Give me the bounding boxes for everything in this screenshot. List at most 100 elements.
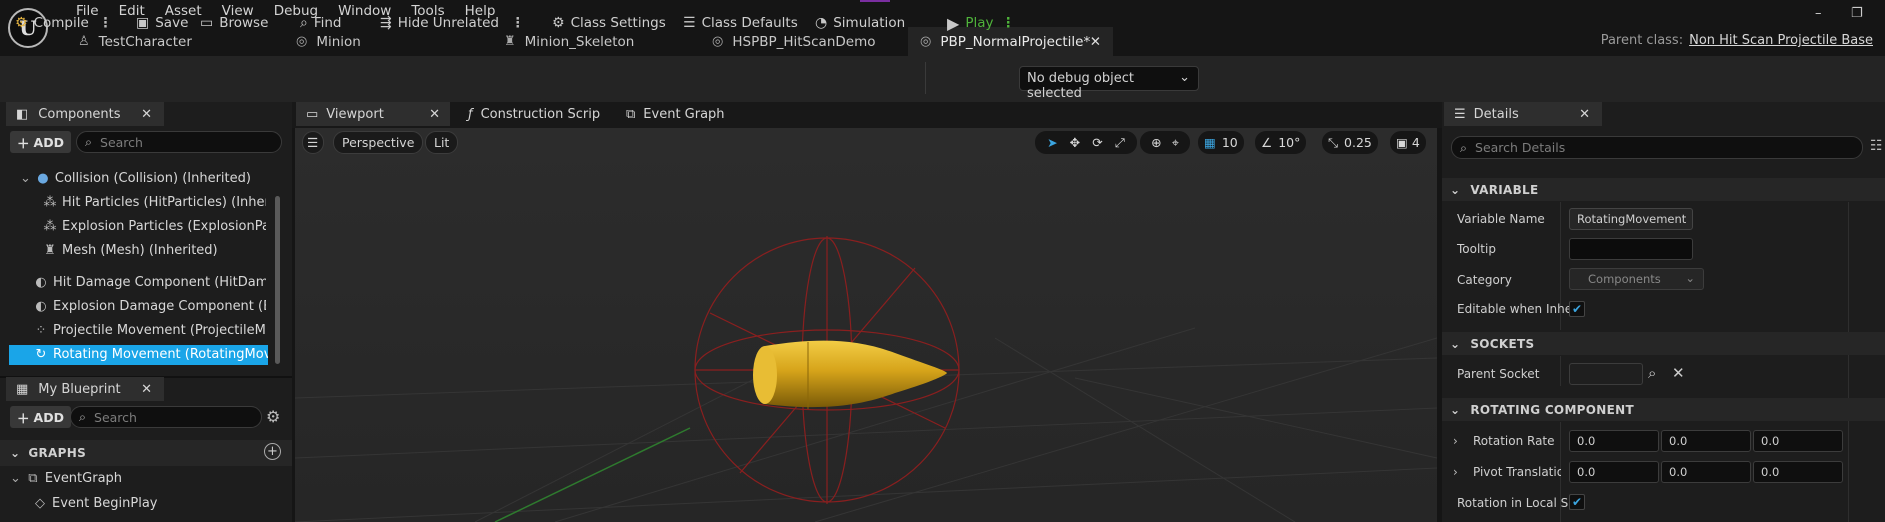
- play-icon: ▶: [947, 13, 960, 33]
- parent-socket-label: Parent Socket: [1457, 367, 1540, 381]
- clear-icon[interactable]: ✕: [1672, 364, 1685, 382]
- compile-options-icon[interactable]: ⋮: [99, 15, 113, 31]
- my-blueprint-tab-label: My Blueprint: [38, 381, 121, 397]
- tab-my-blueprint[interactable]: ▦ My Blueprint ✕: [6, 377, 164, 401]
- camera-speed-button[interactable]: ▣ 4: [1390, 131, 1426, 154]
- rotation-snap-button[interactable]: ∠ 10°: [1255, 131, 1307, 154]
- play-options-icon[interactable]: ⋮: [1001, 15, 1015, 31]
- component-item-selected[interactable]: ↻ Rotating Movement (RotatingMoveme: [9, 345, 268, 365]
- details-search-input[interactable]: ⌕ Search Details: [1451, 136, 1863, 159]
- components-search-input[interactable]: ⌕ Search: [76, 131, 282, 153]
- component-item[interactable]: ⁂ Explosion Particles (ExplosionPartic: [42, 217, 267, 237]
- tab-components[interactable]: ◧ Components ✕: [6, 102, 164, 126]
- column-divider: [1560, 356, 1561, 386]
- chevron-down-icon: ⌄: [1450, 337, 1461, 351]
- component-item[interactable]: ⁘ Projectile Movement (ProjectileMove: [33, 321, 266, 341]
- collapse-arrow-icon[interactable]: ⌄: [20, 171, 31, 186]
- perspective-button[interactable]: Perspective: [333, 131, 424, 154]
- settings-gear-icon[interactable]: ⚙: [266, 407, 280, 426]
- close-tab-icon[interactable]: ✕: [1090, 34, 1101, 50]
- add-component-button[interactable]: ＋ ADD: [10, 131, 71, 153]
- component-item[interactable]: ⁂ Hit Particles (HitParticles) (Inherited: [42, 193, 267, 213]
- rotation-rate-z-value: 0.0: [1761, 434, 1780, 448]
- pivot-x-field[interactable]: 0.0: [1569, 461, 1659, 483]
- parent-class-label: Parent class:: [1600, 33, 1684, 48]
- tab-construction-script[interactable]: ƒ Construction Scrip: [460, 102, 610, 126]
- components-scrollbar[interactable]: [275, 196, 280, 364]
- parent-socket-field[interactable]: [1569, 363, 1643, 385]
- component-item[interactable]: ♜ Mesh (Mesh) (Inherited): [42, 241, 266, 261]
- close-icon[interactable]: ✕: [1579, 107, 1590, 122]
- select-icon[interactable]: ➤: [1047, 135, 1057, 150]
- move-icon[interactable]: ✥: [1070, 135, 1080, 150]
- tab-viewport[interactable]: ▭ Viewport ✕: [296, 102, 450, 126]
- editable-checkbox[interactable]: ✔: [1569, 301, 1585, 317]
- compile-button[interactable]: ⚙ Compile ⋮: [15, 13, 112, 33]
- sphere-icon: ●: [37, 171, 49, 186]
- editable-label: Editable when Inher: [1457, 302, 1578, 316]
- browse-button[interactable]: ▭ Browse: [200, 13, 268, 33]
- play-button[interactable]: ▶ Play ⋮: [947, 13, 1015, 33]
- debug-object-select[interactable]: No debug object selected ⌄: [1019, 66, 1199, 101]
- grid-snap-button[interactable]: ▦ 10: [1198, 131, 1244, 154]
- scale-snap-button[interactable]: ⤡ 0.25: [1322, 131, 1378, 154]
- hide-unrelated-button[interactable]: ⇶ Hide Unrelated ⋮: [380, 13, 525, 33]
- chevron-right-icon[interactable]: ›: [1453, 434, 1458, 448]
- class-defaults-button[interactable]: ☰ Class Defaults: [683, 13, 798, 33]
- blueprint-icon: ◎: [920, 34, 932, 49]
- add-blueprint-item-button[interactable]: ＋ ADD: [10, 406, 71, 428]
- component-item[interactable]: ◐ Hit Damage Component (HitDamageC: [33, 273, 266, 293]
- viewport-options-icon[interactable]: ☰: [302, 131, 324, 154]
- pivot-z-field[interactable]: 0.0: [1753, 461, 1843, 483]
- rotate-icon[interactable]: ⟳: [1092, 135, 1102, 150]
- rotating-header: ⌄ ROTATING COMPONENT: [1450, 403, 1634, 417]
- blueprint-search-input[interactable]: ⌕ Search: [70, 406, 262, 428]
- close-icon[interactable]: ✕: [141, 382, 152, 397]
- component-label: Explosion Damage Component (Explo: [53, 299, 266, 314]
- property-matrix-icon[interactable]: ☷: [1870, 138, 1883, 154]
- event-beginplay-item[interactable]: ◇ Event BeginPlay: [32, 494, 282, 514]
- minimize-icon[interactable]: –: [1815, 6, 1822, 21]
- hide-unrelated-options-icon[interactable]: ⋮: [511, 15, 525, 31]
- sliders-icon: ☰: [683, 15, 696, 31]
- chevron-down-icon: ⌄: [1179, 70, 1190, 85]
- rotation-rate-z-field[interactable]: 0.0: [1753, 430, 1843, 452]
- component-icon: ◐: [35, 275, 47, 290]
- event-graph-item[interactable]: ⌄ ⧉ EventGraph: [10, 469, 280, 489]
- chevron-right-icon[interactable]: ›: [1453, 465, 1458, 479]
- parent-class-link[interactable]: Non Hit Scan Projectile Base: [1689, 33, 1873, 48]
- gear-icon: ⚙: [552, 15, 565, 31]
- rotation-rate-y-field[interactable]: 0.0: [1661, 430, 1751, 452]
- close-icon[interactable]: ✕: [429, 107, 440, 122]
- lit-button[interactable]: Lit: [425, 131, 459, 154]
- save-button[interactable]: ▣ Save: [136, 13, 188, 33]
- scale-icon[interactable]: ⤢: [1115, 135, 1125, 151]
- chevron-down-icon: ⌄: [1450, 183, 1461, 197]
- search-icon[interactable]: ⌕: [1648, 364, 1656, 382]
- category-select[interactable]: Components ⌄: [1569, 268, 1704, 290]
- tab-event-graph[interactable]: ⧉ Event Graph: [620, 102, 760, 126]
- surface-snap-icon[interactable]: ⌖: [1172, 135, 1179, 151]
- component-label: Hit Damage Component (HitDamageC: [53, 275, 266, 290]
- simulation-button[interactable]: ◔ Simulation: [815, 13, 905, 33]
- class-settings-button[interactable]: ⚙ Class Settings: [552, 13, 666, 33]
- component-item[interactable]: ⌄ ● Collision (Collision) (Inherited): [20, 169, 270, 189]
- category-value: Components: [1588, 272, 1661, 286]
- viewport-tab-label: Viewport: [326, 106, 384, 122]
- pivot-label: Pivot Translatior: [1473, 465, 1561, 479]
- world-space-icon[interactable]: ⊕: [1151, 135, 1161, 150]
- tooltip-field[interactable]: [1569, 238, 1693, 260]
- viewport[interactable]: [295, 128, 1437, 522]
- chevron-down-icon[interactable]: ⌄: [10, 471, 21, 486]
- local-space-checkbox[interactable]: ✔: [1569, 494, 1585, 510]
- find-button[interactable]: ⌕ Find: [300, 13, 342, 33]
- variable-name-field[interactable]: RotatingMovement: [1569, 208, 1693, 230]
- blueprint-icon: ◎: [296, 34, 308, 49]
- close-icon[interactable]: ✕: [141, 107, 152, 122]
- add-graph-icon[interactable]: +: [264, 443, 281, 460]
- tab-details[interactable]: ☰ Details ✕: [1444, 102, 1602, 126]
- component-item[interactable]: ◐ Explosion Damage Component (Explo: [33, 297, 266, 317]
- maximize-icon[interactable]: ❐: [1851, 6, 1863, 21]
- rotation-rate-x-field[interactable]: 0.0: [1569, 430, 1659, 452]
- pivot-y-field[interactable]: 0.0: [1661, 461, 1751, 483]
